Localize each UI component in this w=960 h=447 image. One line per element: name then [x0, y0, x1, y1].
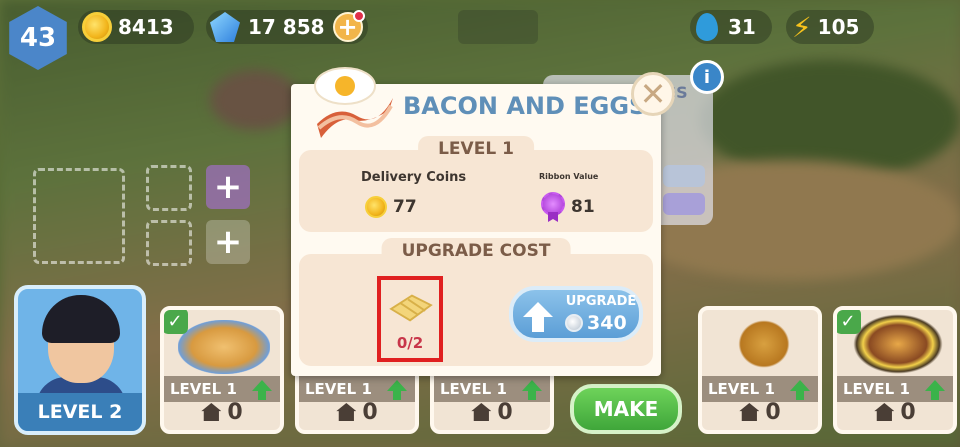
house-icon — [874, 403, 895, 421]
upgrade-arrow-icon — [523, 302, 553, 332]
coins-counter[interactable]: 8413 — [78, 10, 194, 44]
chef-card[interactable]: LEVEL 2 — [14, 285, 146, 435]
recipe-stock: 0 — [434, 394, 550, 430]
water-counter[interactable]: 31 — [690, 10, 772, 44]
top-placeholder-box — [458, 10, 538, 44]
hay-bale-icon — [389, 294, 433, 322]
close-icon: ✕ — [639, 75, 667, 113]
house-icon — [471, 403, 492, 421]
gems-value: 17 858 — [248, 15, 325, 39]
house-icon — [336, 403, 357, 421]
recipe-stock-count: 0 — [900, 399, 916, 425]
ribbon-value: 81 — [541, 192, 595, 222]
gems-counter[interactable]: 17 858 + — [206, 10, 368, 44]
info-button[interactable]: i — [690, 60, 724, 94]
upgrade-cost-tab: UPGRADE COST — [381, 238, 571, 264]
ingredient-highlight[interactable]: 0/2 — [377, 276, 443, 362]
bacon-and-eggs-image — [314, 67, 393, 138]
coin-icon — [365, 196, 387, 218]
house-icon — [201, 403, 222, 421]
house-icon — [739, 403, 760, 421]
recipe-stock-count: 0 — [227, 399, 243, 425]
fries-dish-image — [178, 320, 270, 374]
recipe-stock: 0 — [837, 394, 953, 430]
close-button[interactable]: ✕ — [631, 72, 675, 116]
recipe-card-skewer[interactable]: LEVEL 1 0 — [698, 306, 822, 434]
ribbon-value-number: 81 — [571, 197, 595, 217]
recipe-stock-count: 0 — [497, 399, 513, 425]
recipe-stock: 0 — [702, 394, 818, 430]
empty-slot-large[interactable] — [33, 168, 125, 264]
check-icon: ✓ — [164, 310, 188, 334]
upgrade-button[interactable]: UPGRADE 340 — [509, 286, 643, 342]
info-panel-bar — [663, 165, 705, 187]
recipe-stock: 0 — [299, 394, 415, 430]
recipe-stock-count: 0 — [362, 399, 378, 425]
gem-icon — [210, 12, 240, 42]
buy-gems-button[interactable]: + — [332, 10, 365, 42]
lightning-icon: ⚡ — [792, 10, 812, 44]
add-slot-button[interactable]: + — [206, 220, 250, 264]
dialog-title: BACON AND EGGS — [403, 92, 647, 120]
recipe-card-burger[interactable]: ✓ LEVEL 1 0 — [833, 306, 957, 434]
ribbon-value-label: Ribbon Value — [539, 172, 599, 181]
coin-icon — [82, 12, 112, 42]
recipe-upgrade-dialog: BACON AND EGGS ✕ LEVEL 1 Delivery Coins … — [291, 67, 675, 376]
delivery-coins-label: Delivery Coins — [361, 170, 467, 185]
water-drop-icon — [696, 13, 718, 41]
chef-level-label: LEVEL 2 — [18, 393, 142, 431]
make-button[interactable]: MAKE — [570, 384, 682, 434]
coins-value: 8413 — [118, 15, 174, 39]
info-panel-bar — [663, 193, 705, 215]
chef-hair — [42, 295, 120, 343]
recipe-stock-count: 0 — [765, 399, 781, 425]
notification-dot — [352, 10, 365, 22]
energy-value: 105 — [817, 15, 860, 39]
delivery-coins-value: 77 — [365, 196, 417, 218]
upgrade-cost: 340 — [565, 312, 627, 334]
burger-dish-image — [853, 314, 943, 374]
upgrade-cost-section: UPGRADE COST 0/2 UPGRADE 340 — [299, 238, 653, 366]
delivery-coins-number: 77 — [393, 197, 417, 217]
ingredient-count: 0/2 — [396, 334, 424, 352]
recipe-card-fries[interactable]: ✓ LEVEL 1 0 — [160, 306, 284, 434]
recipe-stock: 0 — [164, 394, 280, 430]
check-icon: ✓ — [837, 310, 861, 334]
empty-slot[interactable] — [146, 220, 192, 266]
level-stats-section: LEVEL 1 Delivery Coins 77 Ribbon Value 8… — [299, 136, 653, 232]
level-tab: LEVEL 1 — [418, 136, 534, 162]
skewer-dish-image — [734, 316, 794, 372]
add-slot-button[interactable]: + — [206, 165, 250, 209]
water-value: 31 — [728, 15, 756, 39]
silver-coin-icon — [565, 314, 583, 332]
upgrade-button-label: UPGRADE — [565, 294, 637, 309]
energy-counter[interactable]: ⚡ 105 — [786, 10, 874, 44]
player-level-text: 43 — [19, 23, 57, 53]
upgrade-cost-value: 340 — [587, 312, 627, 334]
ribbon-icon — [541, 192, 565, 222]
empty-slot[interactable] — [146, 165, 192, 211]
